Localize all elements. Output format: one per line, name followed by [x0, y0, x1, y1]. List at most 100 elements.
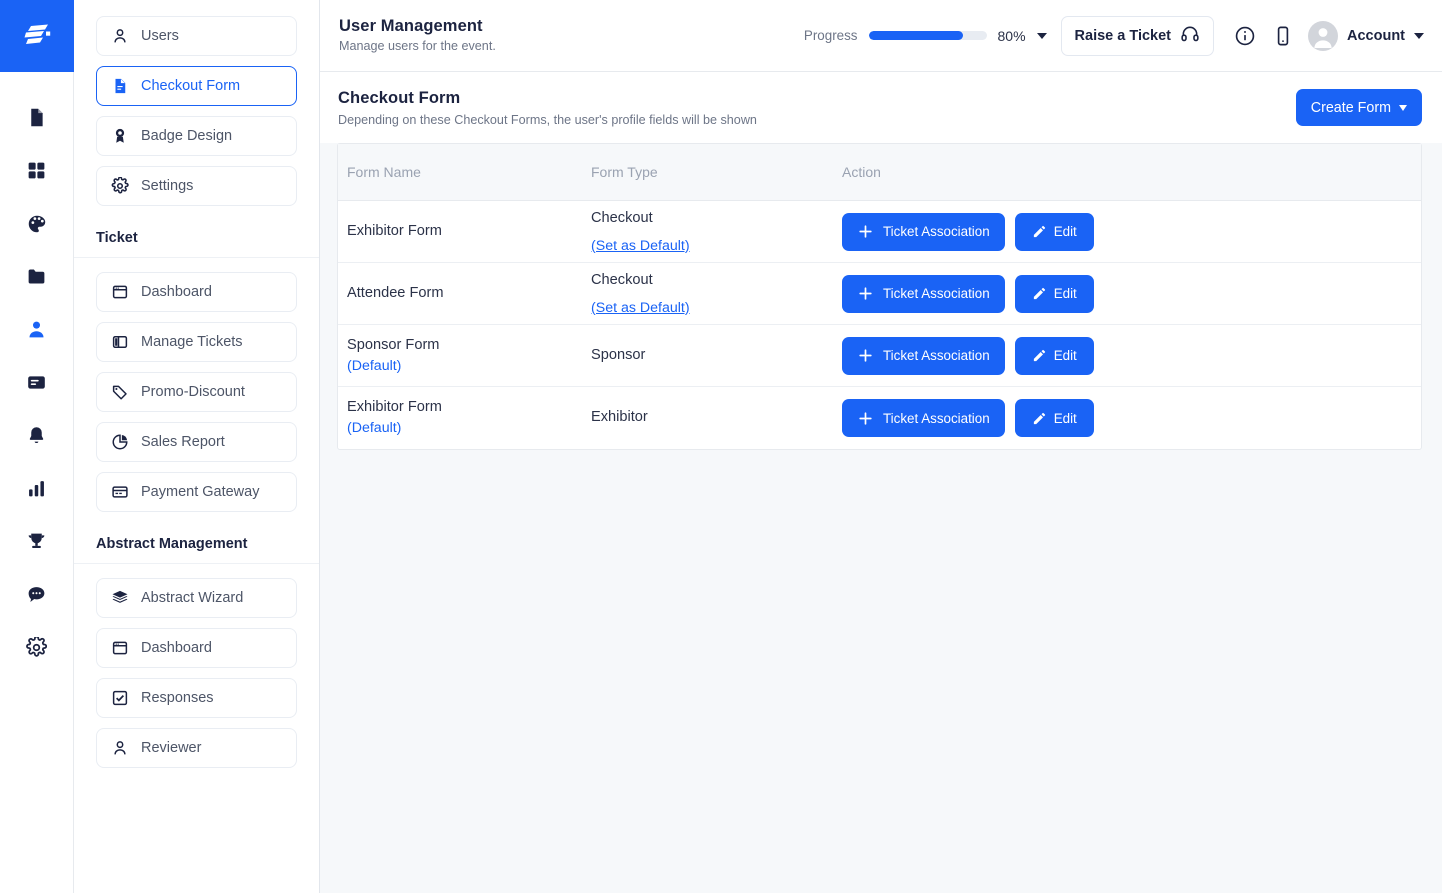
ticket-association-button[interactable]: Ticket Association — [842, 336, 1005, 375]
sidebar-item-abstract-dashboard[interactable]: Dashboard — [96, 628, 297, 668]
sidebar-item-sales-report[interactable]: Sales Report — [96, 422, 297, 462]
page-subtitle: Manage users for the event. — [339, 39, 496, 54]
sidebar-item-ticket-dashboard[interactable]: Dashboard — [96, 272, 297, 312]
gear-icon — [110, 176, 130, 196]
table-body: Exhibitor Form Checkout (Set as Default) Ti… — [338, 201, 1421, 449]
ticket-association-button[interactable]: Ticket Association — [842, 212, 1005, 251]
rail-item-settings[interactable] — [10, 621, 63, 674]
rail-item-files[interactable] — [10, 250, 63, 303]
sidebar-item-label: Responses — [141, 689, 214, 706]
account-menu[interactable]: Account — [1308, 20, 1424, 51]
top-bar: User Management Manage users for the eve… — [320, 0, 1442, 72]
pencil-icon — [1033, 225, 1045, 238]
edit-button[interactable]: Edit — [1014, 212, 1094, 251]
set-as-default-link[interactable]: (Set as Default) — [591, 299, 690, 317]
sidebar-item-label: Badge Design — [141, 127, 233, 144]
document-icon — [31, 108, 43, 127]
raise-ticket-button[interactable]: Raise a Ticket — [1060, 15, 1214, 56]
sidebar-item-label: Manage Tickets — [141, 333, 243, 350]
person-icon — [110, 26, 130, 46]
sidebar-item-label: Dashboard — [141, 639, 212, 656]
sidebar-item-settings[interactable]: Settings — [96, 166, 297, 206]
content-area: Checkout Form Depending on these Checkou… — [320, 72, 1442, 893]
ticket-association-button[interactable]: Ticket Association — [842, 399, 1005, 437]
raise-ticket-label: Raise a Ticket — [1074, 27, 1171, 44]
person-icon — [110, 738, 130, 758]
sidebar-item-label: Abstract Wizard — [141, 589, 244, 606]
sidebar-item-responses[interactable]: Responses — [96, 678, 297, 718]
sidebar-item-label: Payment Gateway — [141, 483, 260, 500]
avatar — [1308, 20, 1338, 51]
edit-button[interactable]: Edit — [1014, 336, 1094, 375]
sidebar-item-reviewer[interactable]: Reviewer — [96, 728, 297, 768]
rail-item-document[interactable] — [10, 91, 63, 144]
forms-table: Form Name Form Type Action Exhibitor For… — [337, 143, 1422, 450]
pencil-icon — [1033, 349, 1045, 362]
table-row: Exhibitor Form (Default) Exhibitor Ticket A… — [338, 387, 1421, 449]
icon-rail — [0, 0, 74, 893]
progress-widget[interactable]: Progress 80% — [804, 28, 1047, 44]
table-row: Exhibitor Form Checkout (Set as Default) Ti… — [338, 201, 1421, 263]
ticket-association-label: Ticket Association — [883, 348, 990, 363]
sidebar-item-badge-design[interactable]: Badge Design — [96, 116, 297, 156]
rail-item-awards[interactable] — [10, 515, 63, 568]
edit-button[interactable]: Edit — [1014, 274, 1094, 313]
column-header-action: Action — [842, 164, 881, 180]
create-form-button[interactable]: Create Form — [1295, 89, 1422, 126]
edit-button[interactable]: Edit — [1014, 399, 1094, 437]
form-name-text: Sponsor Form — [347, 336, 440, 353]
progress-bar-track — [868, 31, 987, 40]
rail-icon-list — [10, 72, 63, 674]
brand-logo[interactable] — [0, 0, 74, 72]
chevron-down-icon[interactable] — [1036, 32, 1047, 39]
person-icon — [29, 321, 44, 338]
rail-item-design[interactable] — [10, 197, 63, 250]
sidebar-item-label: Promo-Discount — [141, 383, 245, 400]
rail-item-notifications[interactable] — [10, 409, 63, 462]
grid-icon — [28, 162, 45, 179]
edit-label: Edit — [1053, 224, 1077, 239]
sidebar-nav: Users Checkout Form Badge Design Setting… — [74, 0, 320, 893]
info-button[interactable] — [1226, 17, 1264, 55]
app-root: Users Checkout Form Badge Design Setting… — [0, 0, 1442, 893]
form-type-text: Checkout — [591, 271, 653, 288]
rail-item-analytics[interactable] — [10, 462, 63, 515]
table-row: Attendee Form Checkout (Set as Default) Tic… — [338, 263, 1421, 325]
plus-icon — [859, 225, 872, 238]
table-header-row: Form Name Form Type Action — [338, 144, 1421, 201]
bell-icon — [29, 427, 44, 444]
rail-item-apps[interactable] — [10, 144, 63, 197]
mobile-icon — [1277, 26, 1289, 45]
rail-item-content[interactable] — [10, 356, 63, 409]
edit-label: Edit — [1053, 286, 1077, 301]
cell-form-type: Checkout (Set as Default) — [591, 270, 842, 318]
page-title: User Management — [339, 16, 483, 35]
cell-form-name: Exhibitor Form — [338, 221, 591, 242]
info-icon — [1235, 26, 1255, 45]
bar-chart-icon — [29, 481, 44, 497]
palette-icon — [28, 215, 45, 232]
pencil-icon — [1033, 287, 1045, 300]
sidebar-item-users[interactable]: Users — [96, 16, 297, 56]
ticket-association-button[interactable]: Ticket Association — [842, 274, 1005, 313]
sidebar-item-payment-gateway[interactable]: Payment Gateway — [96, 472, 297, 512]
mobile-app-button[interactable] — [1264, 17, 1302, 55]
cell-form-type: Checkout (Set as Default) — [591, 208, 842, 256]
window-icon — [110, 638, 130, 658]
top-bar-actions: Progress 80% Raise a Ticket Account — [804, 15, 1424, 56]
table-row: Sponsor Form (Default) Sponsor Ticket Assoc… — [338, 325, 1421, 387]
default-badge: (Default) — [347, 357, 402, 374]
gear-icon — [26, 637, 47, 657]
sidebar-section-ticket: Ticket — [74, 216, 319, 258]
sidebar-item-manage-tickets[interactable]: Manage Tickets — [96, 322, 297, 362]
sidebar-item-checkout-form[interactable]: Checkout Form — [96, 66, 297, 106]
edit-label: Edit — [1053, 348, 1077, 363]
badge-icon — [110, 126, 130, 146]
tag-icon — [110, 382, 130, 402]
rail-item-messages[interactable] — [10, 568, 63, 621]
cell-form-type: Sponsor — [591, 345, 842, 366]
sidebar-item-promo-discount[interactable]: Promo-Discount — [96, 372, 297, 412]
sidebar-item-abstract-wizard[interactable]: Abstract Wizard — [96, 578, 297, 618]
set-as-default-link[interactable]: (Set as Default) — [591, 237, 690, 255]
rail-item-users[interactable] — [10, 303, 63, 356]
